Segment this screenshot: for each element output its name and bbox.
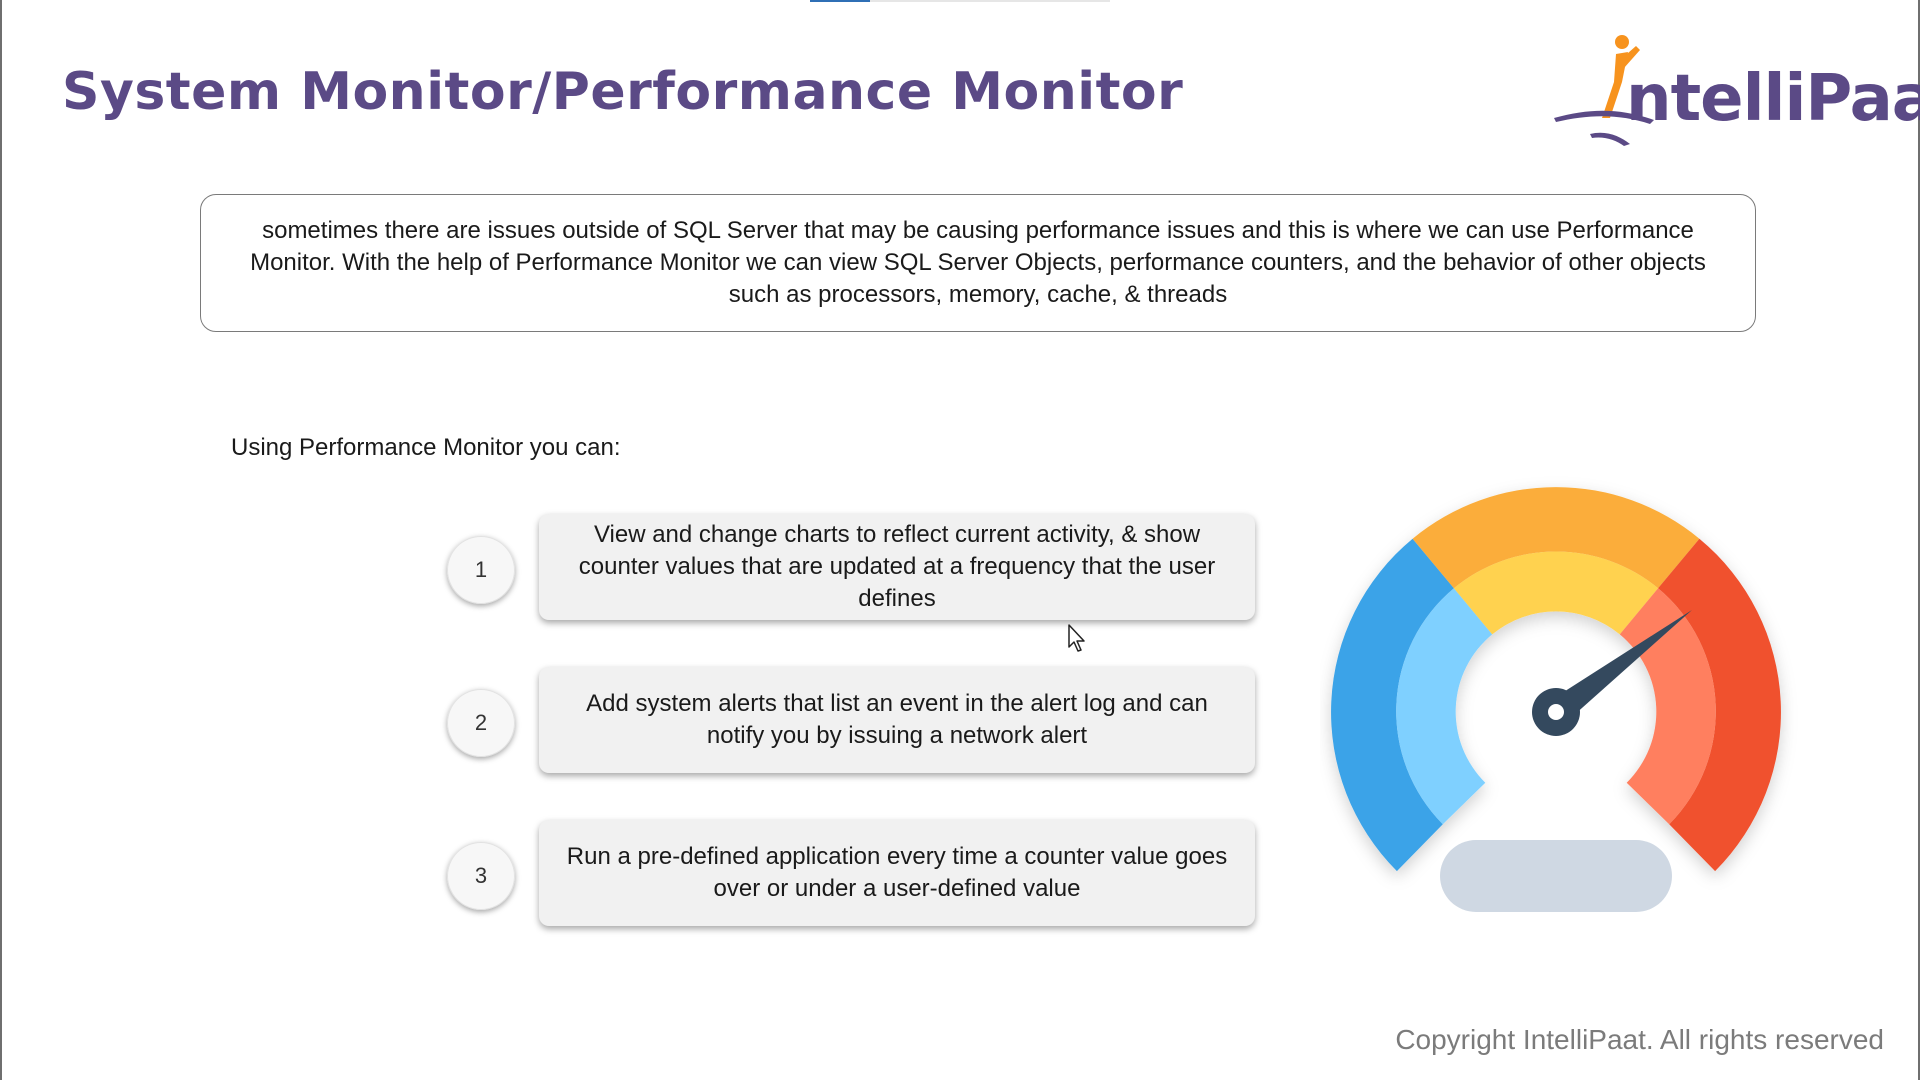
item-text: Add system alerts that list an event in … (586, 690, 1208, 749)
description-box: sometimes there are issues outside of SQ… (200, 194, 1756, 332)
item-number-badge: 3 (447, 842, 515, 910)
slide: System Monitor/Performance Monitor ntell… (0, 0, 1920, 1080)
section-subheading: Using Performance Monitor you can: (231, 434, 621, 461)
item-text: Run a pre-defined application every time… (566, 843, 1228, 902)
list-item: 2 Add system alerts that list an event i… (447, 667, 1257, 777)
mouse-cursor-icon (1068, 624, 1085, 652)
item-card: Add system alerts that list an event in … (539, 667, 1255, 773)
description-text: sometimes there are issues outside of SQ… (250, 217, 1706, 308)
copyright-text: Copyright IntelliPaat. All rights reserv… (1395, 1024, 1884, 1055)
page-title: System Monitor/Performance Monitor (62, 62, 1184, 122)
item-card: Run a pre-defined application every time… (539, 820, 1255, 926)
logo-text: ntelliPaat (1626, 62, 1920, 136)
speedometer-icon (1331, 487, 1781, 912)
item-number-badge: 2 (447, 689, 515, 757)
list-item: 1 View and change charts to reflect curr… (447, 514, 1257, 624)
item-number-badge: 1 (447, 536, 515, 604)
item-text: View and change charts to reflect curren… (578, 521, 1216, 612)
slide-progress-bar (810, 0, 1110, 2)
intellipaat-logo: ntelliPaat (1550, 22, 1920, 152)
item-card: View and change charts to reflect curren… (539, 514, 1255, 620)
list-item: 3 Run a pre-defined application every ti… (447, 820, 1257, 930)
